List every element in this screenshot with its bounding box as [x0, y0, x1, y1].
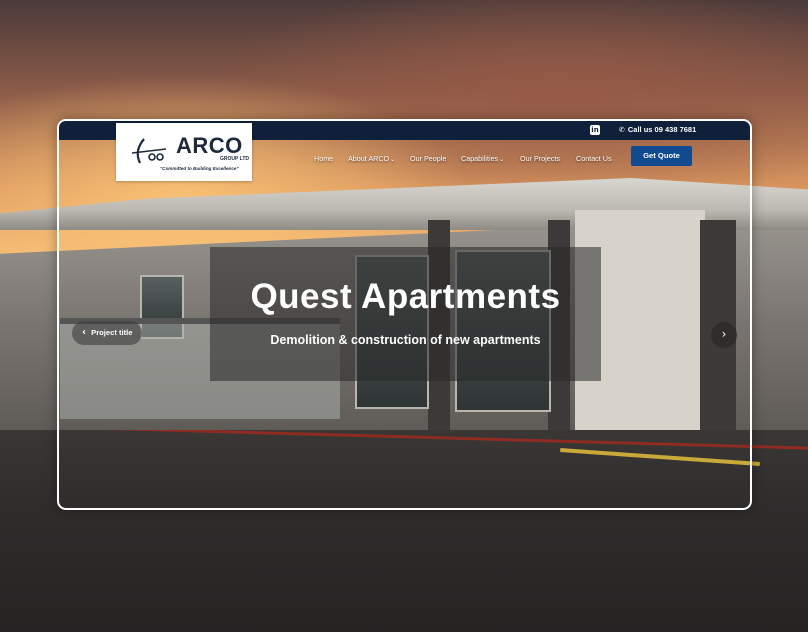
- next-slide-button[interactable]: ›: [711, 322, 737, 348]
- call-us-link[interactable]: ✆ Call us 09 438 7681: [619, 125, 696, 134]
- get-quote-button[interactable]: Get Quote: [631, 146, 692, 166]
- linkedin-icon[interactable]: in: [590, 125, 600, 135]
- logo-subtitle: GROUP LTD: [220, 156, 249, 162]
- logo-tagline: "Committed to Building Excellence": [160, 166, 239, 171]
- hero-subtitle: Demolition & construction of new apartme…: [270, 333, 541, 347]
- previous-project-button[interactable]: ‹ Project title: [72, 321, 142, 345]
- nav-item-home[interactable]: Home: [314, 154, 333, 163]
- phone-icon: ✆: [619, 126, 625, 134]
- nav-item-contact-us[interactable]: Contact Us: [576, 154, 612, 163]
- call-us-text: Call us 09 438 7681: [627, 125, 697, 134]
- chevron-left-icon: ‹: [82, 327, 87, 338]
- website-mockup-frame: in ✆ Call us 09 438 7681 ARCO GROUP LTD "…: [57, 119, 752, 510]
- nav-item-capabilities[interactable]: Capabilities⌄: [461, 154, 504, 163]
- previous-project-label: Project title: [91, 328, 133, 337]
- nav-item-about-arco[interactable]: About ARCO⌄: [348, 154, 395, 163]
- nav-item-our-projects[interactable]: Our Projects: [520, 154, 560, 163]
- hero-caption-box: Quest Apartments Demolition & constructi…: [210, 247, 601, 381]
- chevron-right-icon: ›: [721, 327, 727, 341]
- chevron-down-icon: ⌄: [390, 156, 396, 163]
- chevron-down-icon: ⌄: [499, 156, 505, 163]
- logo-mark-icon: [131, 138, 167, 164]
- hero-title: Quest Apartments: [250, 277, 561, 316]
- nav-item-our-people[interactable]: Our People: [410, 154, 446, 163]
- arco-logo[interactable]: ARCO GROUP LTD "Committed to Building Ex…: [116, 123, 252, 181]
